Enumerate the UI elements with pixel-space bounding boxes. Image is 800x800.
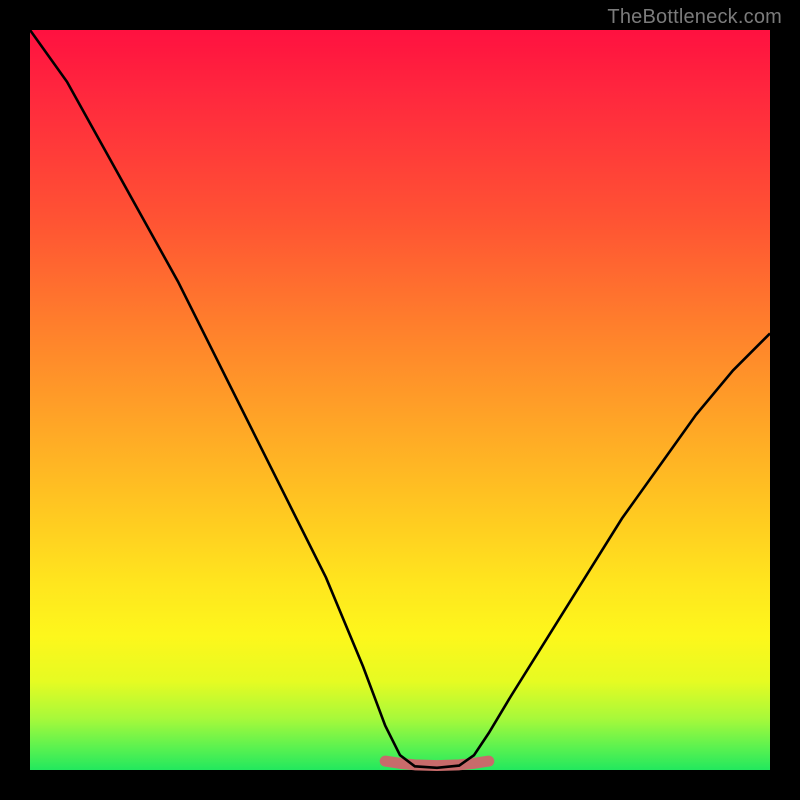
chart-svg bbox=[30, 30, 770, 770]
chart-frame: TheBottleneck.com bbox=[0, 0, 800, 800]
watermark-label: TheBottleneck.com bbox=[607, 6, 782, 29]
bottleneck-curve-series bbox=[30, 30, 770, 768]
plot-area bbox=[30, 30, 770, 770]
fit-band-series bbox=[385, 761, 489, 765]
